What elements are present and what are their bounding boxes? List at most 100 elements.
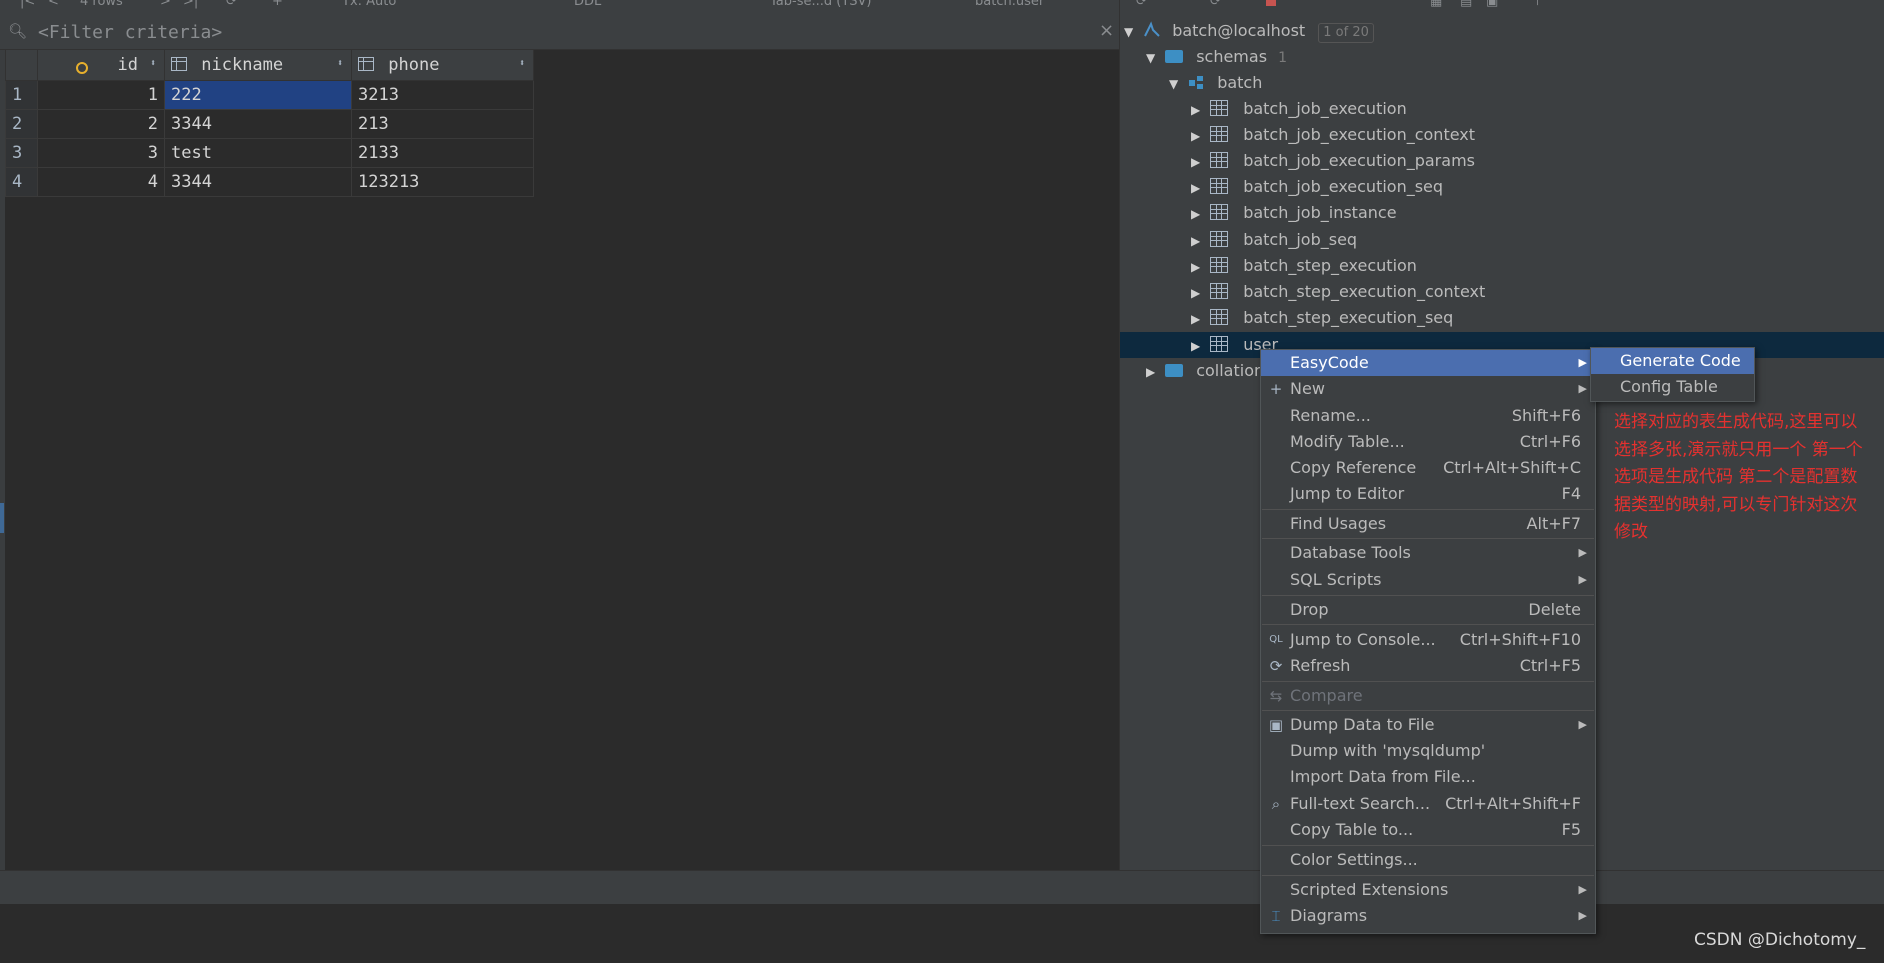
table-row[interactable]: 4 4 3344 123213 — [5, 167, 534, 197]
refresh-icon[interactable]: ⟳ — [1210, 0, 1221, 9]
tree-table[interactable]: ▶ batch_job_seq — [1191, 227, 1357, 253]
table-icon — [1210, 152, 1229, 168]
stop-icon[interactable] — [1266, 0, 1276, 6]
tree-connection[interactable]: ▼ batch@localhost 1 of 20 — [1124, 18, 1374, 44]
menu-item-jump-to-console[interactable]: QL Jump to Console... Ctrl+Shift+F10 — [1261, 627, 1595, 653]
cell-phone[interactable]: 2133 — [351, 138, 534, 168]
console-icon[interactable]: ▤ — [1460, 0, 1472, 9]
tree-table[interactable]: ▶ batch_job_execution_params — [1191, 148, 1475, 174]
cell-phone[interactable]: 213 — [351, 109, 534, 139]
menu-item-new[interactable]: + New ▶ — [1261, 376, 1595, 402]
table-row[interactable]: 3 3 test 2133 — [5, 138, 534, 168]
tree-table[interactable]: ▶ batch_job_execution_context — [1191, 122, 1475, 148]
ddl-button[interactable]: DDL — [574, 0, 601, 9]
menu-item-drop[interactable]: Drop Delete — [1261, 597, 1595, 623]
table-view-icon[interactable]: ▦ — [1430, 0, 1442, 9]
menu-item-import-data[interactable]: Import Data from File... — [1261, 764, 1595, 790]
menu-item-config-table[interactable]: Config Table — [1591, 374, 1754, 400]
close-icon[interactable]: × — [1099, 20, 1114, 41]
menu-item-color-settings[interactable]: Color Settings... — [1261, 847, 1595, 873]
tree-collations-folder[interactable]: ▶ collations — [1146, 358, 1272, 384]
expand-arrow-icon[interactable]: ▶ — [1191, 306, 1205, 332]
table-row[interactable]: 2 2 3344 213 — [5, 109, 534, 139]
tree-table[interactable]: ▶ batch_step_execution_context — [1191, 279, 1485, 305]
column-header-nickname[interactable]: nickname ⬍ — [164, 49, 352, 81]
row-number[interactable]: 1 — [5, 80, 38, 110]
expand-arrow-icon[interactable]: ▶ — [1191, 228, 1205, 254]
column-header-phone[interactable]: phone ⬍ — [351, 49, 534, 81]
tree-table[interactable]: ▶ batch_job_instance — [1191, 200, 1397, 226]
menu-item-copy-reference[interactable]: Copy Reference Ctrl+Alt+Shift+C — [1261, 455, 1595, 481]
tx-mode-dropdown[interactable]: Tx: Auto — [342, 0, 396, 9]
cell-nickname[interactable]: 3344 — [164, 109, 352, 139]
expand-arrow-icon[interactable]: ▶ — [1146, 359, 1160, 385]
filter-input[interactable] — [38, 20, 1078, 44]
expand-arrow-icon[interactable]: ▼ — [1124, 19, 1138, 45]
row-number[interactable]: 2 — [5, 109, 38, 139]
tree-schemas-folder[interactable]: ▼ schemas 1 — [1146, 44, 1287, 70]
rows-count-label[interactable]: 4 rows — [80, 0, 123, 9]
sort-icon[interactable]: ⬍ — [150, 58, 156, 69]
menu-item-modify-table[interactable]: Modify Table... Ctrl+F6 — [1261, 429, 1595, 455]
schema-icon — [1189, 76, 1204, 89]
sync-icon[interactable]: ⟳ — [1136, 0, 1147, 9]
sort-icon[interactable]: ⬍ — [519, 58, 525, 69]
menu-item-dump-mysqldump[interactable]: Dump with 'mysqldump' — [1261, 738, 1595, 764]
expand-arrow-icon[interactable]: ▼ — [1146, 45, 1160, 71]
table-row[interactable]: 1 1 222 3213 — [5, 80, 534, 110]
cell-id[interactable]: 3 — [37, 138, 165, 168]
cell-id[interactable]: 4 — [37, 167, 165, 197]
menu-item-generate-code[interactable]: Generate Code — [1591, 348, 1754, 374]
cell-id[interactable]: 2 — [37, 109, 165, 139]
row-number[interactable]: 4 — [5, 167, 38, 197]
table-ref-label[interactable]: batch.user — [975, 0, 1044, 9]
tree-table[interactable]: ▶ batch_step_execution_seq — [1191, 305, 1453, 331]
sort-icon[interactable]: ⬍ — [337, 58, 343, 69]
tree-table[interactable]: ▶ batch_step_execution — [1191, 253, 1417, 279]
menu-item-jump-to-editor[interactable]: Jump to Editor F4 — [1261, 481, 1595, 507]
cell-nickname[interactable]: test — [164, 138, 352, 168]
expand-arrow-icon[interactable]: ▼ — [1169, 71, 1183, 97]
expand-arrow-icon[interactable]: ▶ — [1191, 123, 1205, 149]
tree-table[interactable]: ▶ batch_job_execution — [1191, 96, 1407, 122]
nav-prev-icon[interactable]: < — [48, 0, 59, 9]
export-format-dropdown[interactable]: Tab-se...d (TSV) — [770, 0, 871, 9]
nav-last-icon[interactable]: >| — [183, 0, 198, 9]
expand-arrow-icon[interactable]: ▶ — [1191, 175, 1205, 201]
filter-icon[interactable]: ⊤ — [1532, 0, 1543, 9]
nav-first-icon[interactable]: |< — [20, 0, 35, 9]
menu-item-refresh[interactable]: ⟳ Refresh Ctrl+F5 — [1261, 653, 1595, 679]
menu-item-easycode[interactable]: EasyCode ▶ — [1261, 350, 1595, 376]
menu-item-full-text-search[interactable]: ⌕ Full-text Search... Ctrl+Alt+Shift+F — [1261, 791, 1595, 817]
expand-arrow-icon[interactable]: ▶ — [1191, 201, 1205, 227]
add-row-icon[interactable]: + — [272, 0, 283, 9]
cell-id[interactable]: 1 — [37, 80, 165, 110]
menu-item-dump-data[interactable]: ▣ Dump Data to File ▶ — [1261, 712, 1595, 738]
menu-item-sql-scripts[interactable]: SQL Scripts ▶ — [1261, 567, 1595, 593]
menu-item-copy-table[interactable]: Copy Table to... F5 — [1261, 817, 1595, 843]
expand-arrow-icon[interactable]: ▶ — [1191, 254, 1205, 280]
row-number[interactable]: 3 — [5, 138, 38, 168]
tree-schema-batch[interactable]: ▼ batch — [1169, 70, 1262, 96]
menu-item-find-usages[interactable]: Find Usages Alt+F7 — [1261, 511, 1595, 537]
cell-phone[interactable]: 3213 — [351, 80, 534, 110]
cell-phone[interactable]: 123213 — [351, 167, 534, 197]
column-header-id[interactable]: id ⬍ — [37, 49, 165, 81]
nav-next-icon[interactable]: > — [160, 0, 171, 9]
expand-arrow-icon[interactable]: ▶ — [1191, 280, 1205, 306]
menu-item-diagrams[interactable]: ⌶ Diagrams ▶ — [1261, 903, 1595, 929]
reload-icon[interactable]: ⟳ — [226, 0, 237, 9]
connection-count-badge[interactable]: 1 of 20 — [1318, 23, 1374, 43]
diagram-icon[interactable]: ▣ — [1486, 0, 1498, 9]
menu-item-database-tools[interactable]: Database Tools ▶ — [1261, 540, 1595, 566]
expand-arrow-icon[interactable]: ▶ — [1191, 149, 1205, 175]
search-icon: ⌕ — [1271, 795, 1281, 813]
menu-item-rename[interactable]: Rename... Shift+F6 — [1261, 403, 1595, 429]
menu-item-scripted-extensions[interactable]: Scripted Extensions ▶ — [1261, 877, 1595, 903]
menu-separator — [1262, 509, 1594, 510]
expand-arrow-icon[interactable]: ▶ — [1191, 333, 1205, 359]
cell-nickname[interactable]: 3344 — [164, 167, 352, 197]
cell-nickname[interactable]: 222 — [164, 80, 352, 110]
tree-table[interactable]: ▶ batch_job_execution_seq — [1191, 174, 1443, 200]
expand-arrow-icon[interactable]: ▶ — [1191, 97, 1205, 123]
